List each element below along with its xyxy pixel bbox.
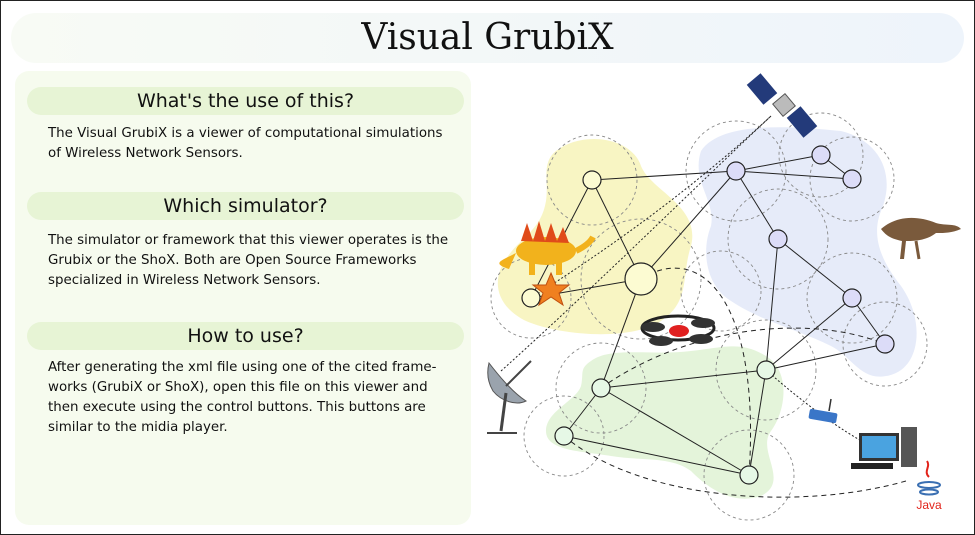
java-logo-icon: Java (916, 460, 942, 512)
desktop-computer-icon (851, 427, 917, 469)
quadcopter-drone-icon (640, 314, 716, 346)
viewer-frame: Visual GrubiX What's the use of this? Th… (0, 0, 975, 535)
network-diagram: Java (487, 73, 961, 521)
satellite-dish-icon (487, 360, 532, 434)
java-logo-text: Java (916, 498, 942, 512)
velociraptor-icon (881, 217, 961, 260)
wireless-router-icon (808, 398, 838, 424)
